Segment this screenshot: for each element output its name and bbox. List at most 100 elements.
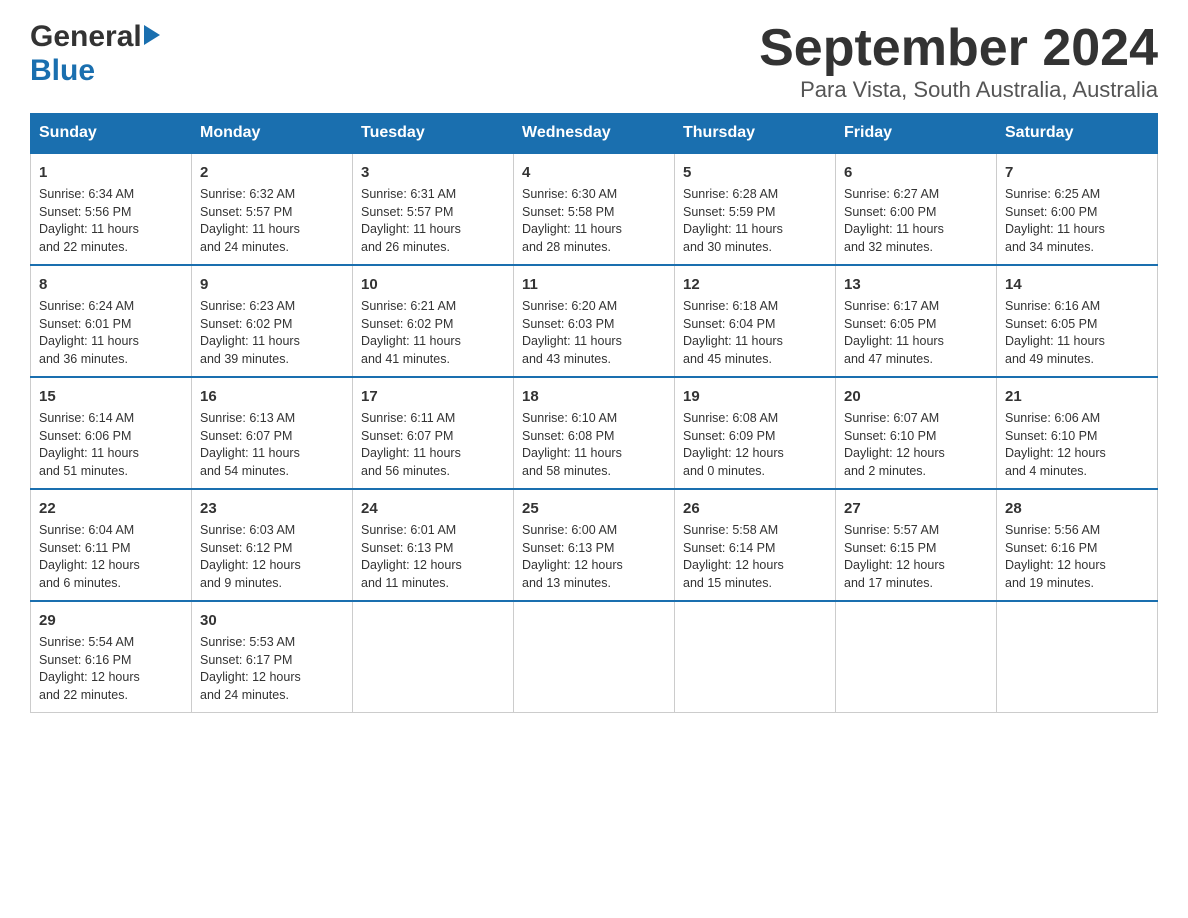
day-info: Sunrise: 6:25 AMSunset: 6:00 PMDaylight:… [1005,186,1149,256]
calendar-day-cell: 25 Sunrise: 6:00 AMSunset: 6:13 PMDayligh… [514,489,675,601]
calendar-day-cell: 7 Sunrise: 6:25 AMSunset: 6:00 PMDaylight… [997,153,1158,265]
day-info: Sunrise: 6:24 AMSunset: 6:01 PMDaylight:… [39,298,183,368]
calendar-day-header: Tuesday [353,114,514,154]
day-info: Sunrise: 6:21 AMSunset: 6:02 PMDaylight:… [361,298,505,368]
day-number: 21 [1005,386,1149,407]
day-info: Sunrise: 6:06 AMSunset: 6:10 PMDaylight:… [1005,410,1149,480]
day-number: 10 [361,274,505,295]
day-info: Sunrise: 6:01 AMSunset: 6:13 PMDaylight:… [361,522,505,592]
day-number: 20 [844,386,988,407]
day-info: Sunrise: 6:34 AMSunset: 5:56 PMDaylight:… [39,186,183,256]
calendar-week-row: 15Sunrise: 6:14 AMSunset: 6:06 PMDayligh… [31,377,1158,489]
day-info: Sunrise: 6:18 AMSunset: 6:04 PMDaylight:… [683,298,827,368]
day-number: 6 [844,162,988,183]
day-number: 27 [844,498,988,519]
day-number: 29 [39,610,183,631]
day-info: Sunrise: 6:28 AMSunset: 5:59 PMDaylight:… [683,186,827,256]
calendar-week-row: 29 Sunrise: 5:54 AMSunset: 6:16 PMDayligh… [31,601,1158,713]
day-number: 7 [1005,162,1149,183]
day-number: 25 [522,498,666,519]
page: General Blue September 2024 Para Vista, … [0,0,1188,743]
calendar-day-cell: 12 Sunrise: 6:18 AMSunset: 6:04 PMDayligh… [675,265,836,377]
day-info: Sunrise: 6:30 AMSunset: 5:58 PMDaylight:… [522,186,666,256]
day-info: Sunrise: 6:31 AMSunset: 5:57 PMDaylight:… [361,186,505,256]
day-number: 12 [683,274,827,295]
calendar-day-cell [353,601,514,713]
day-info: Sunrise: 6:27 AMSunset: 6:00 PMDaylight:… [844,186,988,256]
calendar-day-cell: 17Sunrise: 6:11 AMSunset: 6:07 PMDayligh… [353,377,514,489]
calendar-day-cell: 9 Sunrise: 6:23 AMSunset: 6:02 PMDaylight… [192,265,353,377]
calendar-day-cell: 8 Sunrise: 6:24 AMSunset: 6:01 PMDaylight… [31,265,192,377]
day-number: 8 [39,274,183,295]
day-info: Sunrise: 6:00 AMSunset: 6:13 PMDaylight:… [522,522,666,592]
calendar-day-cell: 24 Sunrise: 6:01 AMSunset: 6:13 PMDayligh… [353,489,514,601]
calendar-day-cell: 2 Sunrise: 6:32 AMSunset: 5:57 PMDaylight… [192,153,353,265]
day-info: Sunrise: 6:13 AMSunset: 6:07 PMDaylight:… [200,410,344,480]
calendar-day-cell: 18 Sunrise: 6:10 AMSunset: 6:08 PMDayligh… [514,377,675,489]
calendar-day-cell: 19Sunrise: 6:08 AMSunset: 6:09 PMDayligh… [675,377,836,489]
calendar-day-header: Thursday [675,114,836,154]
day-number: 2 [200,162,344,183]
logo-arrow-icon [144,25,160,45]
calendar-week-row: 8 Sunrise: 6:24 AMSunset: 6:01 PMDaylight… [31,265,1158,377]
calendar-day-header: Friday [836,114,997,154]
day-number: 11 [522,274,666,295]
day-number: 5 [683,162,827,183]
calendar-day-cell: 20 Sunrise: 6:07 AMSunset: 6:10 PMDayligh… [836,377,997,489]
calendar-day-header: Wednesday [514,114,675,154]
calendar-week-row: 1 Sunrise: 6:34 AMSunset: 5:56 PMDaylight… [31,153,1158,265]
day-number: 24 [361,498,505,519]
day-info: Sunrise: 6:17 AMSunset: 6:05 PMDaylight:… [844,298,988,368]
day-info: Sunrise: 5:58 AMSunset: 6:14 PMDaylight:… [683,522,827,592]
month-year-title: September 2024 [759,20,1158,77]
day-number: 4 [522,162,666,183]
calendar-table: SundayMondayTuesdayWednesdayThursdayFrid… [30,113,1158,713]
calendar-day-cell: 22 Sunrise: 6:04 AMSunset: 6:11 PMDayligh… [31,489,192,601]
day-number: 15 [39,386,183,407]
logo-blue-text: Blue [30,54,95,87]
day-number: 22 [39,498,183,519]
logo: General Blue [30,20,160,88]
calendar-day-cell: 27Sunrise: 5:57 AMSunset: 6:15 PMDayligh… [836,489,997,601]
calendar-day-cell: 26Sunrise: 5:58 AMSunset: 6:14 PMDayligh… [675,489,836,601]
calendar-day-cell: 21 Sunrise: 6:06 AMSunset: 6:10 PMDayligh… [997,377,1158,489]
calendar-day-cell: 10 Sunrise: 6:21 AMSunset: 6:02 PMDayligh… [353,265,514,377]
day-info: Sunrise: 6:08 AMSunset: 6:09 PMDaylight:… [683,410,827,480]
day-number: 3 [361,162,505,183]
header: General Blue September 2024 Para Vista, … [30,20,1158,103]
calendar-day-cell: 13Sunrise: 6:17 AMSunset: 6:05 PMDayligh… [836,265,997,377]
day-number: 9 [200,274,344,295]
calendar-day-cell: 14Sunrise: 6:16 AMSunset: 6:05 PMDayligh… [997,265,1158,377]
calendar-day-cell: 1 Sunrise: 6:34 AMSunset: 5:56 PMDaylight… [31,153,192,265]
location-subtitle: Para Vista, South Australia, Australia [759,77,1158,103]
day-info: Sunrise: 5:54 AMSunset: 6:16 PMDaylight:… [39,634,183,704]
calendar-week-row: 22 Sunrise: 6:04 AMSunset: 6:11 PMDayligh… [31,489,1158,601]
day-info: Sunrise: 6:03 AMSunset: 6:12 PMDaylight:… [200,522,344,592]
day-info: Sunrise: 6:04 AMSunset: 6:11 PMDaylight:… [39,522,183,592]
day-number: 18 [522,386,666,407]
calendar-day-cell: 11 Sunrise: 6:20 AMSunset: 6:03 PMDayligh… [514,265,675,377]
day-number: 17 [361,386,505,407]
day-info: Sunrise: 6:32 AMSunset: 5:57 PMDaylight:… [200,186,344,256]
day-number: 23 [200,498,344,519]
day-number: 14 [1005,274,1149,295]
day-info: Sunrise: 6:10 AMSunset: 6:08 PMDaylight:… [522,410,666,480]
calendar-day-cell: 4 Sunrise: 6:30 AMSunset: 5:58 PMDaylight… [514,153,675,265]
calendar-day-header: Monday [192,114,353,154]
day-info: Sunrise: 6:07 AMSunset: 6:10 PMDaylight:… [844,410,988,480]
calendar-day-cell: 23 Sunrise: 6:03 AMSunset: 6:12 PMDayligh… [192,489,353,601]
day-number: 16 [200,386,344,407]
calendar-header-row: SundayMondayTuesdayWednesdayThursdayFrid… [31,114,1158,154]
day-info: Sunrise: 5:56 AMSunset: 6:16 PMDaylight:… [1005,522,1149,592]
calendar-day-cell: 3 Sunrise: 6:31 AMSunset: 5:57 PMDaylight… [353,153,514,265]
day-number: 28 [1005,498,1149,519]
calendar-day-header: Sunday [31,114,192,154]
day-info: Sunrise: 6:20 AMSunset: 6:03 PMDaylight:… [522,298,666,368]
calendar-day-cell [675,601,836,713]
day-info: Sunrise: 6:23 AMSunset: 6:02 PMDaylight:… [200,298,344,368]
day-number: 30 [200,610,344,631]
day-number: 1 [39,162,183,183]
calendar-day-cell: 28 Sunrise: 5:56 AMSunset: 6:16 PMDayligh… [997,489,1158,601]
calendar-day-cell [997,601,1158,713]
title-block: September 2024 Para Vista, South Austral… [759,20,1158,103]
